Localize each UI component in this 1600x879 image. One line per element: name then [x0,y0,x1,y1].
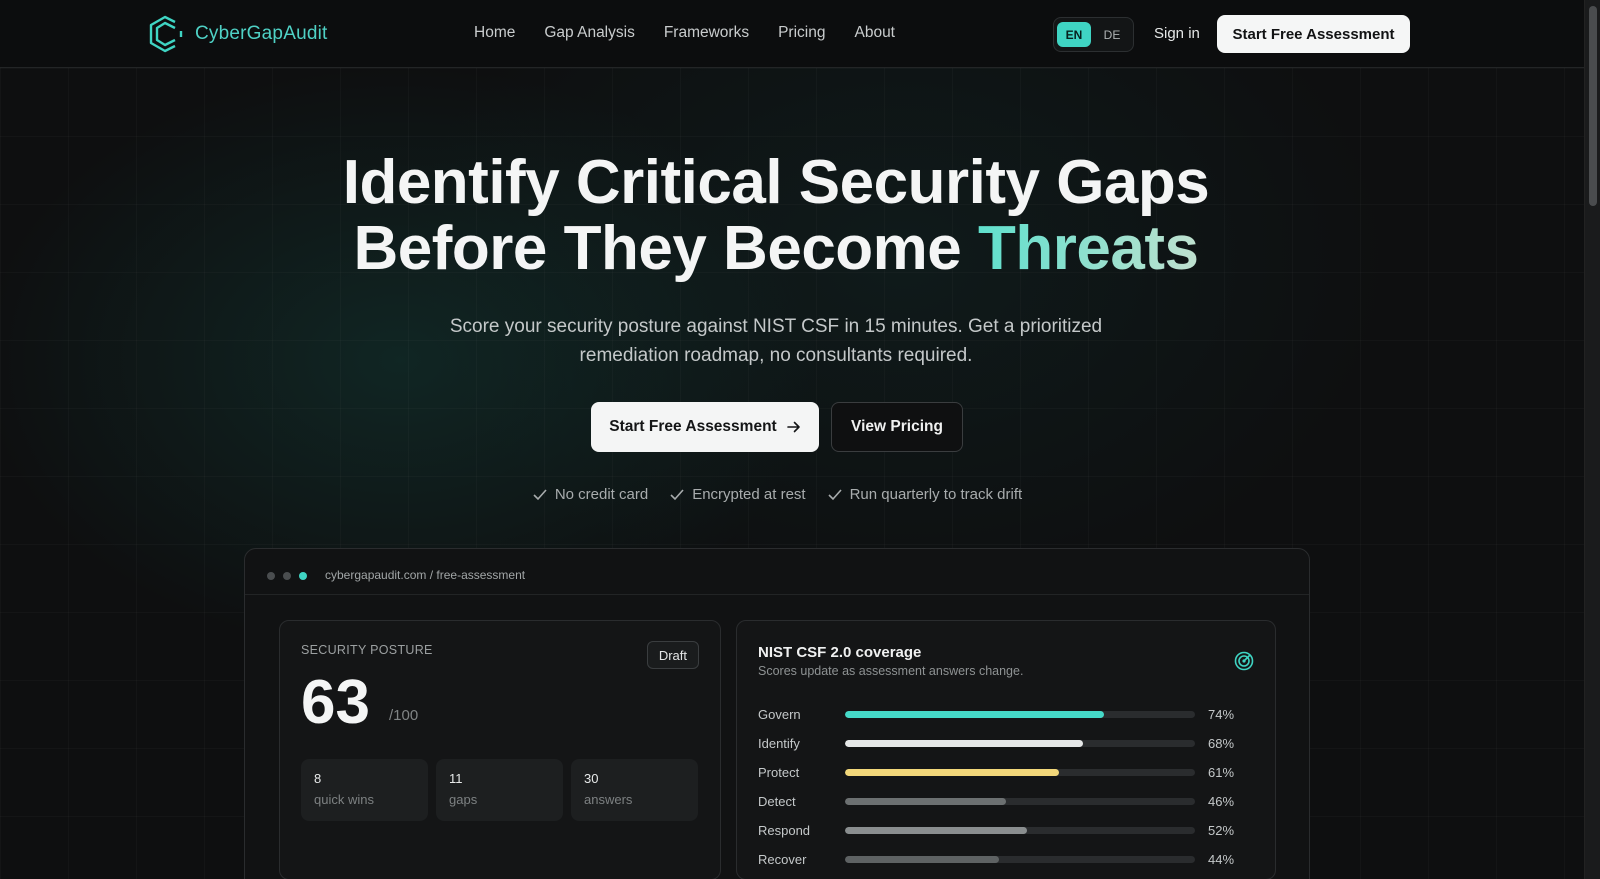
stat-label: answers [584,792,633,807]
window-dot-icon [283,572,291,580]
stat-label: gaps [449,792,478,807]
landing-page: CyberGapAudit Home Gap Analysis Framewor… [0,0,1584,879]
nav-link-gap-analysis[interactable]: Gap Analysis [544,24,634,42]
coverage-row-detect: Detect 46% [758,787,1258,816]
language-switcher: EN DE [1053,17,1134,52]
window-dot-icon [267,572,275,580]
preview-titlebar: cybergapaudit.com / free-assessment [245,549,1309,595]
check-item-label: No credit card [554,486,649,503]
coverage-subtitle: Scores update as assessment answers chan… [758,664,1024,678]
coverage-bar-fill [845,740,1083,747]
sign-in-link[interactable]: Sign in [1154,25,1200,42]
coverage-row-value: 52% [1208,823,1235,838]
coverage-row-label: Protect [758,765,800,780]
nav-start-assessment-button[interactable]: Start Free Assessment [1217,15,1410,53]
coverage-bar-track [845,827,1195,834]
hero-checklist: No credit card Encrypted at rest Run qua… [0,486,1555,503]
coverage-row-value: 68% [1208,736,1235,751]
posture-label: SECURITY POSTURE [301,643,433,657]
hero-start-assessment-label: Start Free Assessment [609,418,777,435]
stat-gaps: 11 gaps [436,759,563,821]
coverage-row-value: 44% [1208,852,1235,867]
window-controls [267,572,307,580]
cybergapaudit-logo-icon [149,15,183,53]
stat-answers: 30 answers [571,759,698,821]
coverage-row-protect: Protect 61% [758,758,1258,787]
coverage-bar-track [845,856,1195,863]
coverage-bar-track [845,798,1195,805]
arrow-right-icon [786,421,800,433]
coverage-bar-track [845,740,1195,747]
nav-links: Home Gap Analysis Frameworks Pricing Abo… [474,24,895,42]
coverage-bar-fill [845,856,999,863]
coverage-bar-fill [845,827,1027,834]
coverage-row-label: Recover [758,852,807,867]
hero-start-assessment-button[interactable]: Start Free Assessment [591,402,819,452]
brand-logo[interactable]: CyberGapAudit [145,14,328,54]
posture-score: 63 [301,668,370,737]
app-preview-window: cybergapaudit.com / free-assessment SECU… [244,548,1310,879]
coverage-bar-fill [845,711,1104,718]
hero-subtitle-line2: remediation roadmap, no consultants requ… [579,345,973,366]
coverage-row-label: Govern [758,707,801,722]
brand-name: CyberGapAudit [195,23,328,44]
check-item-label: Encrypted at rest [692,486,806,503]
stat-value: 30 [584,771,599,786]
page-scrollbar[interactable] [1584,0,1600,879]
coverage-row-govern: Govern 74% [758,700,1258,729]
check-icon [828,488,842,500]
check-item: Encrypted at rest [670,486,806,503]
stat-quick-wins: 8 quick wins [301,759,428,821]
scrollbar-thumb[interactable] [1589,6,1597,206]
coverage-bar-fill [845,798,1006,805]
window-dot-icon [299,572,307,580]
nist-coverage-card: NIST CSF 2.0 coverage Scores update as a… [736,620,1276,879]
preview-url: cybergapaudit.com / free-assessment [325,568,526,582]
nav-link-about[interactable]: About [854,24,895,42]
top-nav: CyberGapAudit Home Gap Analysis Framewor… [0,0,1584,68]
stat-label: quick wins [314,792,374,807]
hero-title: Identify Critical Security Gaps Before T… [0,150,1552,282]
coverage-row-identify: Identify 68% [758,729,1258,758]
coverage-row-value: 74% [1208,707,1235,722]
coverage-bar-fill [845,769,1059,776]
target-icon [1234,651,1254,671]
coverage-title: NIST CSF 2.0 coverage [758,644,922,661]
coverage-row-label: Respond [758,823,811,838]
lang-de-button[interactable]: DE [1095,22,1129,47]
coverage-row-value: 61% [1208,765,1235,780]
stat-value: 11 [449,771,463,786]
hero-subtitle: Score your security posture against NIST… [0,312,1552,370]
nav-link-home[interactable]: Home [474,24,515,42]
view-pricing-button[interactable]: View Pricing [831,402,963,452]
posture-score-max: /100 [389,707,419,724]
coverage-row-respond: Respond 52% [758,816,1258,845]
check-item: Run quarterly to track drift [828,486,1023,503]
nav-link-pricing[interactable]: Pricing [778,24,825,42]
coverage-row-value: 46% [1208,794,1235,809]
hero-title-line2: Before They Become [353,214,979,283]
coverage-bar-track [845,769,1195,776]
coverage-row-label: Identify [758,736,800,751]
posture-stats: 8 quick wins 11 gaps 30 answers [301,759,698,821]
coverage-row-recover: Recover 44% [758,845,1258,874]
coverage-row-label: Detect [758,794,796,809]
hero-title-accent: Threats [978,214,1199,283]
hero-title-line1: Identify Critical Security Gaps [342,148,1210,217]
lang-en-button[interactable]: EN [1057,22,1091,47]
hero-subtitle-line1: Score your security posture against NIST… [449,316,1103,337]
draft-badge: Draft [646,641,699,669]
nav-link-frameworks[interactable]: Frameworks [664,24,749,42]
security-posture-card: SECURITY POSTURE Draft 63 /100 8 quick w… [279,620,721,879]
check-item: No credit card [533,486,648,503]
check-icon [533,488,547,500]
stat-value: 8 [314,771,322,786]
coverage-bars: Govern 74% Identify 68% Protect 61% Detect 46% R… [758,700,1258,874]
check-icon [670,488,684,500]
coverage-bar-track [845,711,1195,718]
check-item-label: Run quarterly to track drift [849,486,1023,503]
